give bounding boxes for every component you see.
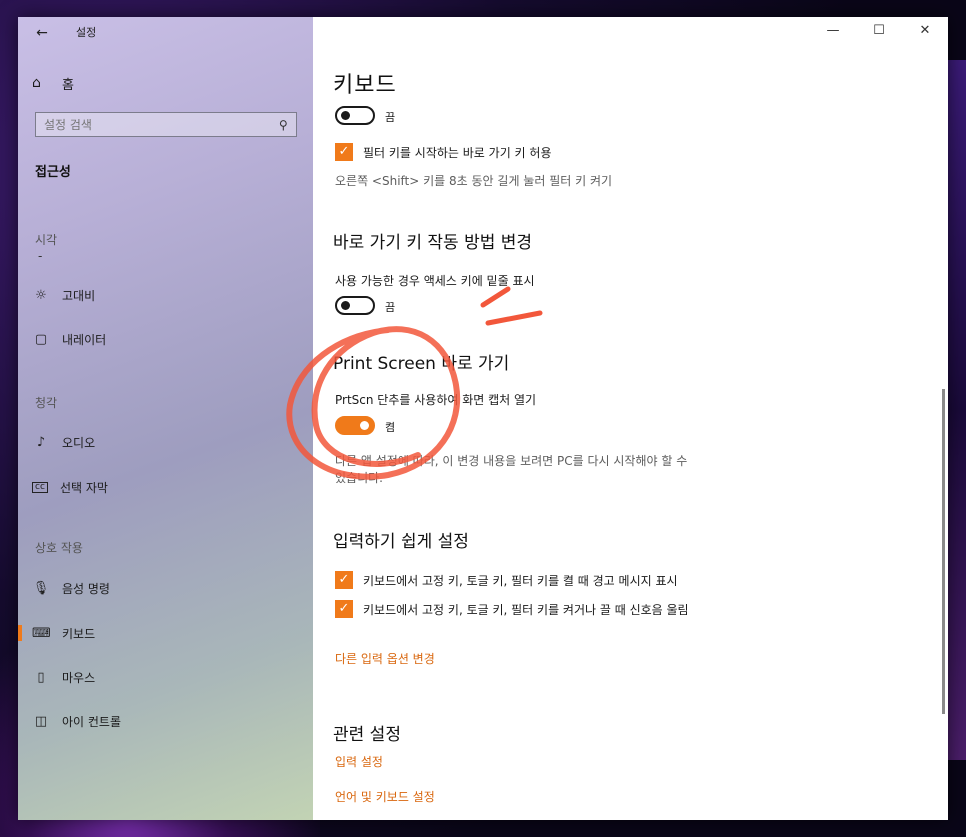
underline-toggle-state: 끔 [385, 301, 396, 314]
checkbox-label: 키보드에서 고정 키, 토글 키, 필터 키를 켜거나 끌 때 신호음 울림 [363, 602, 689, 617]
checkbox-label: 키보드에서 고정 키, 토글 키, 필터 키를 켤 때 경고 메시지 표시 [363, 573, 678, 588]
sun-icon: ☼ [35, 287, 47, 303]
sidebar: ← 설정 ⌂ 홈 ⚲ 접근성 시각 - ☼ 고대비 ▢ 내레이터 청각 ♪ 오디… [18, 17, 313, 820]
prtscn-toggle-state: 켬 [385, 421, 396, 434]
window-controls: — ☐ ✕ [810, 17, 948, 47]
prtscn-toggle[interactable] [335, 416, 375, 435]
restart-desc-line1: 다른 앱 설정에 따라, 이 변경 내용을 보려면 PC를 다시 시작해야 할 … [335, 454, 688, 468]
group-vision-dash: - [38, 249, 43, 263]
shortcut-heading: 바로 가기 키 작동 방법 변경 [333, 233, 533, 253]
sidebar-item-label: 오디오 [62, 435, 96, 450]
sidebar-item-label: 음성 명령 [62, 581, 110, 596]
sidebar-item-high-contrast[interactable]: ☼ 고대비 [32, 284, 95, 306]
sidebar-item-speech[interactable]: 🎙 음성 명령 [32, 577, 110, 599]
sidebar-item-narrator[interactable]: ▢ 내레이터 [32, 328, 106, 350]
mouse-icon: ▯ [37, 669, 45, 685]
eye-control-icon: ◫ [34, 713, 48, 729]
sidebar-item-label: 아이 컨트롤 [62, 714, 122, 729]
home-label: 홈 [62, 77, 74, 93]
home-icon: ⌂ [32, 75, 41, 91]
sidebar-item-eye-control[interactable]: ◫ 아이 컨트롤 [32, 710, 121, 732]
typing-warning-checkbox[interactable]: ✓ 키보드에서 고정 키, 토글 키, 필터 키를 켤 때 경고 메시지 표시 [335, 571, 678, 589]
scrollbar[interactable] [942, 389, 945, 714]
app-title: 설정 [76, 26, 97, 39]
close-icon[interactable]: ✕ [902, 17, 948, 47]
sidebar-item-label: 선택 자막 [60, 480, 108, 495]
sidebar-item-keyboard[interactable]: ⌨ 키보드 [18, 622, 96, 644]
sidebar-item-home[interactable]: ⌂ 홈 [32, 72, 74, 94]
keyboard-icon: ⌨ [32, 625, 51, 641]
restart-desc-line2: 있습니다. [335, 471, 383, 485]
microphone-icon: 🎙 [32, 580, 50, 596]
sidebar-item-label: 마우스 [62, 670, 96, 685]
back-arrow-icon[interactable]: ← [32, 23, 52, 43]
search-icon[interactable]: ⚲ [279, 118, 288, 132]
toggle-knob [341, 301, 350, 310]
search-input[interactable] [44, 117, 264, 132]
sidebar-item-audio[interactable]: ♪ 오디오 [32, 431, 95, 453]
typing-heading: 입력하기 쉽게 설정 [333, 532, 469, 552]
typing-sound-checkbox[interactable]: ✓ 키보드에서 고정 키, 토글 키, 필터 키를 켜거나 끌 때 신호음 울림 [335, 600, 689, 618]
sidebar-item-label: 내레이터 [62, 332, 107, 347]
maximize-icon[interactable]: ☐ [856, 17, 902, 47]
prtscn-label: PrtScn 단추를 사용하여 화면 캡처 열기 [335, 393, 537, 407]
checkmark-icon: ✓ [335, 143, 353, 161]
filter-shortcut-desc: 오른쪽 <Shift> 키를 8초 동안 길게 눌러 필터 키 켜기 [335, 174, 613, 188]
underline-toggle[interactable] [335, 296, 375, 315]
filter-toggle-state: 끔 [385, 111, 396, 124]
input-settings-link[interactable]: 입력 설정 [335, 753, 383, 770]
speaker-icon: ♪ [36, 434, 46, 450]
sidebar-item-captions[interactable]: cc 선택 자막 [32, 476, 108, 498]
search-box[interactable]: ⚲ [35, 112, 297, 137]
narrator-icon: ▢ [34, 331, 48, 347]
toggle-knob [341, 111, 350, 120]
print-screen-heading: Print Screen 바로 가기 [333, 354, 510, 374]
related-settings-heading: 관련 설정 [333, 725, 401, 745]
group-label-hearing: 청각 [35, 396, 58, 410]
underline-label: 사용 가능한 경우 액세스 키에 밑줄 표시 [335, 274, 535, 288]
settings-window: ← 설정 ⌂ 홈 ⚲ 접근성 시각 - ☼ 고대비 ▢ 내레이터 청각 ♪ 오디… [18, 17, 948, 820]
titlebar-left: ← 설정 [18, 17, 313, 49]
sidebar-item-label: 고대비 [62, 288, 96, 303]
other-input-options-link[interactable]: 다른 입력 옵션 변경 [335, 650, 435, 667]
checkmark-icon: ✓ [335, 600, 353, 618]
filter-shortcut-checkbox[interactable]: ✓ 필터 키를 시작하는 바로 가기 키 허용 [335, 143, 552, 161]
checkbox-label: 필터 키를 시작하는 바로 가기 키 허용 [363, 145, 552, 160]
main-content: — ☐ ✕ 키보드 끔 ✓ 필터 키를 시작하는 바로 가기 키 허용 오른쪽 … [313, 17, 948, 820]
filter-keys-toggle[interactable] [335, 106, 375, 125]
category-title: 접근성 [35, 165, 71, 180]
minimize-icon[interactable]: — [810, 17, 856, 47]
language-keyboard-settings-link[interactable]: 언어 및 키보드 설정 [335, 788, 435, 805]
checkmark-icon: ✓ [335, 571, 353, 589]
keyboard-heading: 키보드 [333, 73, 397, 98]
cc-icon: cc [32, 481, 48, 493]
group-label-interaction: 상호 작용 [35, 541, 83, 555]
group-label-vision: 시각 [35, 233, 58, 247]
sidebar-item-label: 키보드 [62, 626, 96, 641]
sidebar-item-mouse[interactable]: ▯ 마우스 [32, 666, 95, 688]
toggle-knob [360, 421, 369, 430]
